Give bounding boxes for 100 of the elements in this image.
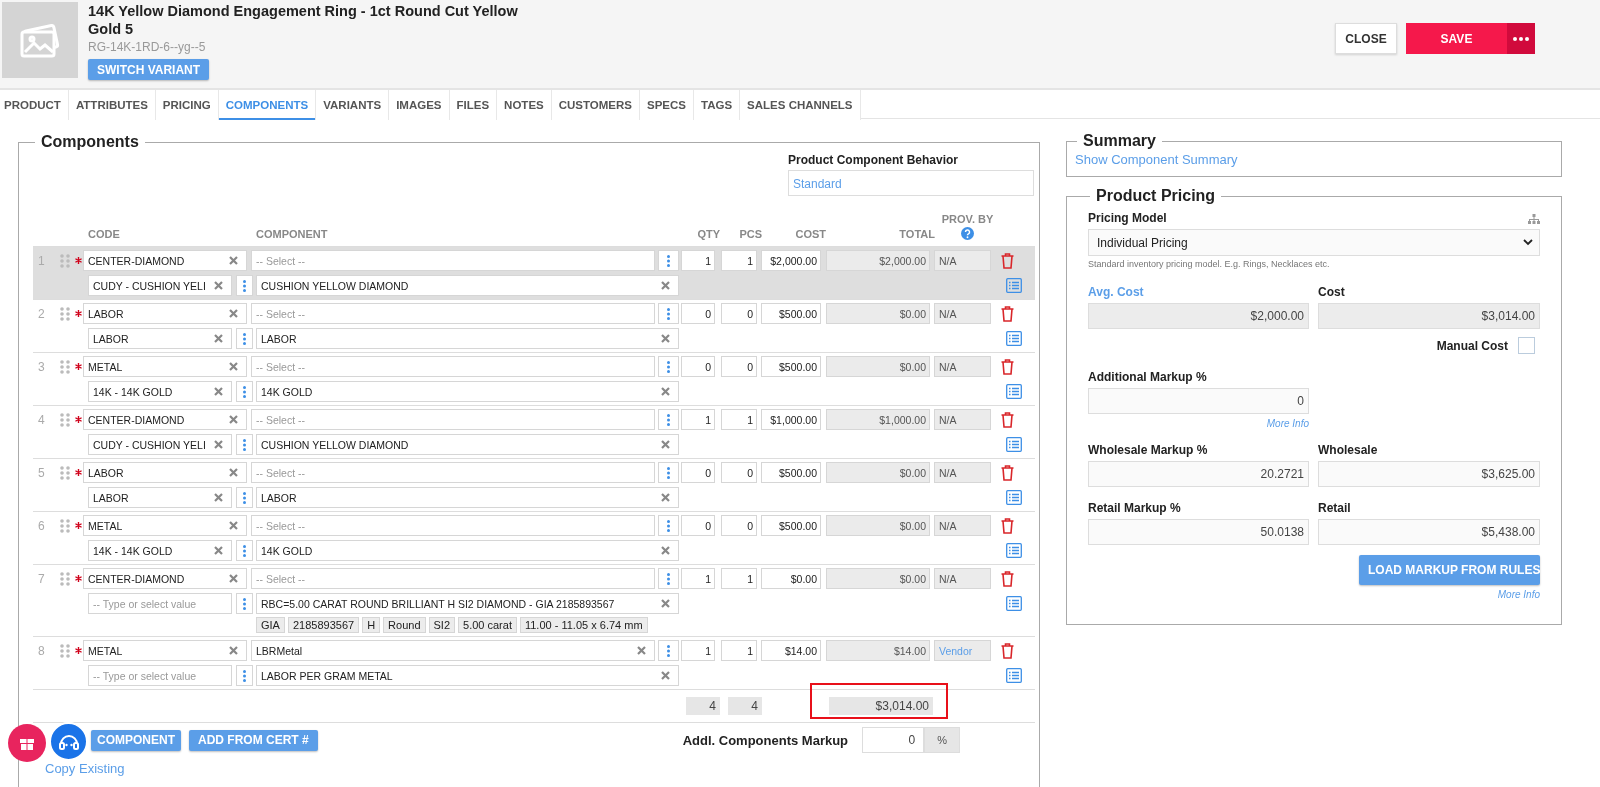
- pieces-field[interactable]: 1: [721, 250, 757, 271]
- cost-field[interactable]: $500.00: [761, 515, 821, 536]
- pieces-field[interactable]: 0: [721, 515, 757, 536]
- cost-field[interactable]: $500.00: [761, 356, 821, 377]
- component-detail-field[interactable]: RBC=5.00 CARAT ROUND BRILLIANT H SI2 DIAMOND - GIA 2185893567: [256, 593, 679, 614]
- component-row[interactable]: 4 CENTER-DIAMOND -- Select -- 1 1 $1,000.00 $1,000.00 N/A CUDY - CUSHION YELI CUSHION YELLOW DIAMOND: [33, 405, 1035, 458]
- options-button[interactable]: [236, 381, 253, 402]
- provider-field[interactable]: N/A: [934, 462, 991, 483]
- options-button[interactable]: [236, 593, 253, 614]
- list-icon[interactable]: [1006, 490, 1022, 505]
- options-button[interactable]: [658, 568, 679, 589]
- cost-field[interactable]: $500.00: [761, 462, 821, 483]
- clear-icon[interactable]: [661, 440, 670, 449]
- pieces-field[interactable]: 1: [721, 640, 757, 661]
- options-button[interactable]: [658, 409, 679, 430]
- clear-icon[interactable]: [637, 646, 646, 655]
- drag-handle-icon[interactable]: [60, 359, 70, 374]
- hierarchy-icon[interactable]: [1528, 214, 1540, 225]
- provider-field[interactable]: N/A: [934, 515, 991, 536]
- price-field[interactable]: $3,625.00: [1318, 461, 1540, 487]
- clear-icon[interactable]: [661, 281, 670, 290]
- clear-icon[interactable]: [229, 521, 238, 530]
- delete-icon[interactable]: [1001, 305, 1014, 322]
- delete-icon[interactable]: [1001, 642, 1014, 659]
- quantity-field[interactable]: 1: [681, 568, 715, 589]
- markup-field[interactable]: 0: [862, 727, 925, 753]
- component-row[interactable]: 6 METAL -- Select -- 0 0 $500.00 $0.00 N/A 14K - 14K GOLD 14K GOLD: [33, 511, 1035, 564]
- tab[interactable]: PRODUCT: [0, 90, 69, 120]
- clear-icon[interactable]: [214, 440, 223, 449]
- clear-icon[interactable]: [229, 468, 238, 477]
- component-detail-field[interactable]: LABOR: [256, 328, 679, 349]
- provider-field[interactable]: N/A: [934, 303, 991, 324]
- component-row[interactable]: 2 LABOR -- Select -- 0 0 $500.00 $0.00 N/A LABOR LABOR: [33, 299, 1035, 352]
- quantity-field[interactable]: 0: [681, 356, 715, 377]
- tab[interactable]: FILES: [449, 90, 498, 120]
- clear-icon[interactable]: [229, 415, 238, 424]
- delete-icon[interactable]: [1001, 570, 1014, 587]
- options-button[interactable]: [658, 640, 679, 661]
- drag-handle-icon[interactable]: [60, 643, 70, 658]
- code-field[interactable]: CENTER-DIAMOND: [83, 409, 247, 430]
- component-row[interactable]: 8 METAL LBRMetal 1 1 $14.00 $14.00 Vendor -- Type or select value LABOR PER GRAM METAL: [33, 636, 1035, 689]
- clear-icon[interactable]: [214, 281, 223, 290]
- component-detail-field[interactable]: 14K GOLD: [256, 381, 679, 402]
- cost-field[interactable]: $2,000.00: [761, 250, 821, 271]
- gift-button[interactable]: [8, 724, 46, 762]
- tab[interactable]: PRICING: [155, 90, 219, 120]
- list-icon[interactable]: [1006, 596, 1022, 611]
- close-button[interactable]: CLOSE: [1335, 23, 1397, 54]
- delete-icon[interactable]: [1001, 411, 1014, 428]
- price-field[interactable]: $5,438.00: [1318, 519, 1540, 545]
- pieces-field[interactable]: 0: [721, 462, 757, 483]
- cost-field[interactable]: $14.00: [761, 640, 821, 661]
- code-field[interactable]: METAL: [83, 356, 247, 377]
- manual-cost-checkbox[interactable]: [1518, 337, 1535, 354]
- code-field[interactable]: LABOR: [83, 462, 247, 483]
- options-button[interactable]: [236, 665, 253, 686]
- tab[interactable]: SPECS: [640, 90, 694, 120]
- provider-field[interactable]: N/A: [934, 356, 991, 377]
- list-icon[interactable]: [1006, 331, 1022, 346]
- code-detail-field[interactable]: CUDY - CUSHION YELI: [88, 275, 232, 296]
- code-detail-field[interactable]: LABOR: [88, 328, 232, 349]
- tab[interactable]: SALES CHANNELS: [740, 90, 861, 120]
- clear-icon[interactable]: [661, 334, 670, 343]
- code-detail-field[interactable]: CUDY - CUSHION YELI: [88, 434, 232, 455]
- price-field[interactable]: 50.0138: [1088, 519, 1309, 545]
- quantity-field[interactable]: 1: [681, 250, 715, 271]
- quantity-field[interactable]: 1: [681, 409, 715, 430]
- tab[interactable]: ATTRIBUTES: [68, 90, 156, 120]
- options-button[interactable]: [658, 515, 679, 536]
- options-button[interactable]: [236, 540, 253, 561]
- clear-icon[interactable]: [661, 546, 670, 555]
- provider-field[interactable]: N/A: [934, 568, 991, 589]
- clear-icon[interactable]: [229, 646, 238, 655]
- tab[interactable]: TAGS: [694, 90, 741, 120]
- options-button[interactable]: [236, 487, 253, 508]
- options-button[interactable]: [236, 434, 253, 455]
- list-icon[interactable]: [1006, 543, 1022, 558]
- clear-icon[interactable]: [661, 599, 670, 608]
- options-button[interactable]: [236, 275, 253, 296]
- delete-icon[interactable]: [1001, 252, 1014, 269]
- pricing-model-dropdown[interactable]: Individual Pricing: [1088, 229, 1540, 256]
- pieces-field[interactable]: 1: [721, 409, 757, 430]
- pieces-field[interactable]: 0: [721, 303, 757, 324]
- options-button[interactable]: [658, 462, 679, 483]
- list-icon[interactable]: [1006, 437, 1022, 452]
- cost-field[interactable]: $1,000.00: [761, 409, 821, 430]
- component-detail-field[interactable]: 14K GOLD: [256, 540, 679, 561]
- code-field[interactable]: METAL: [83, 640, 247, 661]
- component-detail-field[interactable]: LABOR PER GRAM METAL: [256, 665, 679, 686]
- list-icon[interactable]: [1006, 668, 1022, 683]
- list-icon[interactable]: [1006, 278, 1022, 293]
- cost-field[interactable]: $0.00: [761, 568, 821, 589]
- quantity-field[interactable]: 0: [681, 303, 715, 324]
- options-button[interactable]: [658, 250, 679, 271]
- options-button[interactable]: [658, 356, 679, 377]
- drag-handle-icon[interactable]: [60, 412, 70, 427]
- component-field[interactable]: LBRMetal: [251, 640, 655, 661]
- clear-icon[interactable]: [661, 387, 670, 396]
- quantity-field[interactable]: 1: [681, 640, 715, 661]
- code-detail-field[interactable]: LABOR: [88, 487, 232, 508]
